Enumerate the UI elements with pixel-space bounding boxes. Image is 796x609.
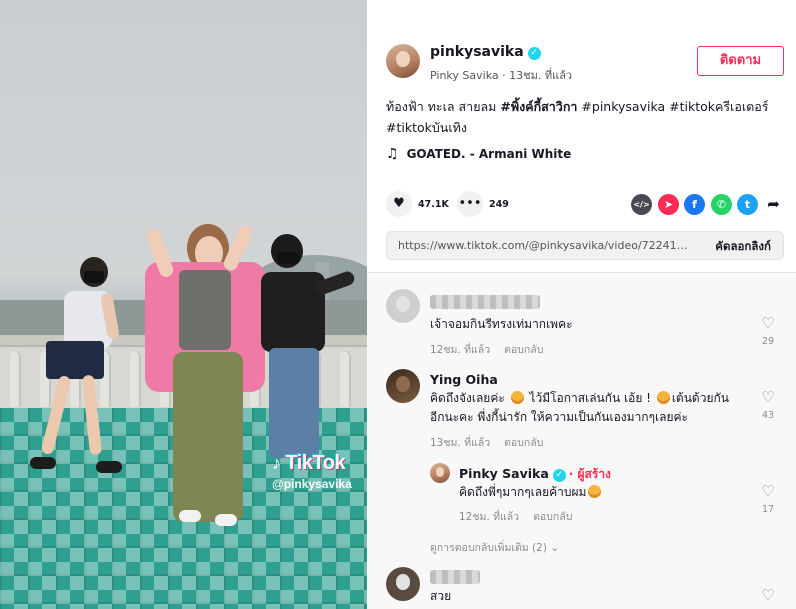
embed-icon[interactable]: </> bbox=[631, 194, 652, 215]
reply-button[interactable]: ตอบกลับ bbox=[533, 511, 572, 523]
commenter-avatar[interactable] bbox=[386, 289, 420, 323]
commenter-name-blurred[interactable] bbox=[430, 570, 480, 584]
comment-like[interactable]: ♡ 29 bbox=[758, 315, 778, 347]
comment-list: เจ้าจอมกินรีทรงเท่มากเพคะ 12ชม. ที่แล้วต… bbox=[367, 273, 796, 609]
commenter-name-blurred[interactable] bbox=[430, 295, 540, 309]
comment-meta: 13ชม. ที่แล้ว ตอบกลับ bbox=[430, 434, 543, 451]
video-url[interactable]: https://www.tiktok.com/@pinkysavika/vide… bbox=[398, 239, 694, 252]
hashtag[interactable]: #พิ้งค์กี้สาวิกา bbox=[500, 99, 577, 114]
follow-button[interactable]: ติดตาม bbox=[697, 46, 784, 76]
copy-link-box: https://www.tiktok.com/@pinkysavika/vide… bbox=[386, 231, 784, 260]
comment-text-part: ไว้มีโอกาสเล่นกัน เอ้ย ! bbox=[525, 391, 655, 405]
comment-meta: 12ชม. ที่แล้ว ตอบกลับ bbox=[430, 341, 543, 358]
comment-text: คิดถึงจังเลยค่ะ ไว้มีโอกาสเล่นกัน เอ้ย !… bbox=[430, 389, 750, 427]
music-link[interactable]: ♫ GOATED. - Armani White bbox=[386, 146, 571, 162]
comment-like-count: 29 bbox=[761, 336, 775, 347]
comment-bubble-icon: ••• bbox=[458, 196, 482, 211]
grinning-face-emoji-icon bbox=[656, 391, 670, 404]
watermark-handle: @pinkysavika bbox=[272, 477, 352, 491]
creator-label: · ผู้สร้าง bbox=[568, 467, 611, 481]
music-title: GOATED. - Armani White bbox=[406, 147, 572, 161]
comment-time: 13ชม. ที่แล้ว bbox=[430, 437, 491, 449]
reply-text-content: คิดถึงพี่ๆมากๆเลยค้าบผม bbox=[459, 485, 587, 499]
reply-text: คิดถึงพี่ๆมากๆเลยค้าบผม bbox=[459, 483, 603, 502]
author-subline: Pinky Savika · 13ชม. ที่แล้ว bbox=[430, 66, 572, 84]
watermark-logo-text: TikTok bbox=[285, 452, 346, 474]
video-info-panel: pinkysavika ✓ Pinky Savika · 13ชม. ที่แล้… bbox=[367, 0, 796, 609]
heart-outline-icon: ♡ bbox=[761, 314, 775, 332]
heart-outline-icon: ♡ bbox=[761, 388, 775, 406]
commenter-name[interactable]: Ying Oiha bbox=[430, 372, 498, 387]
reply-author-name-text: Pinky Savika bbox=[459, 466, 549, 481]
verified-badge-icon: ✓ bbox=[552, 469, 566, 482]
video-player[interactable]: ♪ TikTok @pinkysavika bbox=[0, 0, 367, 609]
comment-like[interactable]: ♡ 43 bbox=[758, 389, 778, 421]
comment-text-part: เต้นด้วยกัน bbox=[671, 391, 729, 405]
reply-author-name[interactable]: Pinky Savika ✓ · ผู้สร้าง bbox=[459, 465, 611, 484]
comment-like[interactable]: ♡ bbox=[758, 587, 778, 603]
post-time: 13ชม. ที่แล้ว bbox=[509, 69, 573, 82]
hashtag[interactable]: #tiktokบันเทิง bbox=[386, 120, 467, 135]
author-username[interactable]: pinkysavika ✓ bbox=[430, 44, 541, 60]
comment-like-count: 43 bbox=[761, 410, 775, 421]
reply-time: 12ชม. ที่แล้ว bbox=[459, 511, 520, 523]
dancer-left bbox=[30, 255, 130, 490]
reply-meta: 12ชม. ที่แล้ว ตอบกลับ bbox=[459, 508, 572, 525]
verified-badge-icon: ✓ bbox=[527, 47, 541, 60]
reply-button[interactable]: ตอบกลับ bbox=[504, 344, 543, 356]
like-count: 47.1K bbox=[418, 199, 449, 210]
author-username-text: pinkysavika bbox=[430, 44, 524, 60]
author-avatar[interactable] bbox=[386, 44, 420, 78]
comment-text-part: คิดถึงจังเลยค่ะ bbox=[430, 391, 509, 405]
heart-outline-icon: ♡ bbox=[761, 586, 775, 604]
hashtag[interactable]: #tiktokครีเอเตอร์ bbox=[669, 99, 768, 114]
tiktok-watermark: ♪ TikTok @pinkysavika bbox=[272, 452, 352, 491]
heart-outline-icon: ♡ bbox=[761, 482, 775, 500]
description-text: ท้องฟ้า ทะเล สายลม bbox=[386, 99, 501, 114]
dancer-right bbox=[255, 232, 357, 462]
comment-button[interactable]: ••• bbox=[457, 191, 483, 217]
view-more-replies-button[interactable]: ดูการตอบกลับเพิ่มเติม (2) ⌄ bbox=[430, 539, 559, 556]
comment-text: เจ้าจอมกินรีทรงเท่มากเพคะ bbox=[430, 317, 573, 331]
comment-like-count: 17 bbox=[761, 504, 775, 515]
like-button[interactable]: ♥ bbox=[386, 191, 412, 217]
whatsapp-icon[interactable]: ✆ bbox=[711, 194, 732, 215]
comment-count: 249 bbox=[489, 199, 509, 210]
comment-text: สวย bbox=[430, 589, 452, 603]
creator-avatar[interactable] bbox=[430, 463, 450, 483]
commenter-avatar[interactable] bbox=[386, 369, 420, 403]
commenter-avatar[interactable] bbox=[386, 567, 420, 601]
facebook-icon[interactable]: f bbox=[684, 194, 705, 215]
twitter-icon[interactable]: t bbox=[737, 194, 758, 215]
smiling-face-emoji-icon bbox=[510, 391, 524, 404]
copy-link-button[interactable]: คัดลอกลิงก์ bbox=[715, 238, 771, 256]
send-to-friends-icon[interactable]: ➤ bbox=[658, 194, 679, 215]
tiktok-logo-icon: ♪ bbox=[272, 453, 281, 473]
reply-button[interactable]: ตอบกลับ bbox=[504, 437, 543, 449]
more-share-icon[interactable]: ➦ bbox=[763, 194, 784, 215]
music-note-icon: ♫ bbox=[386, 146, 399, 162]
heart-icon: ♥ bbox=[393, 196, 405, 211]
hashtag-text: #tiktokครีเอเตอร์ bbox=[669, 99, 769, 114]
smiling-face-emoji-icon bbox=[588, 485, 602, 498]
comment-like[interactable]: ♡ 17 bbox=[758, 483, 778, 515]
comment-text-part: อีกนะคะ พี่งกี้น่ารัก ให้ความเป็นกันเองม… bbox=[430, 410, 688, 424]
comment-time: 12ชม. ที่แล้ว bbox=[430, 344, 491, 356]
video-description: ท้องฟ้า ทะเล สายลม #พิ้งค์กี้สาวิกา #pin… bbox=[386, 96, 786, 138]
author-display-name[interactable]: Pinky Savika bbox=[430, 69, 499, 82]
hashtag[interactable]: #pinkysavika bbox=[581, 99, 665, 114]
